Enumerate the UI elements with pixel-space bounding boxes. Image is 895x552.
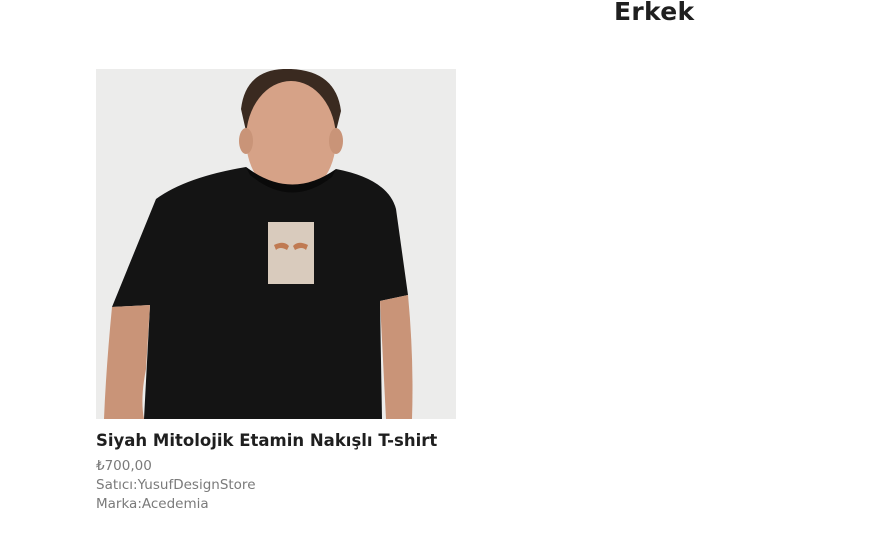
product-card[interactable]: Siyah Mitolojik Etamin Nakışlı T-shirt ₺… (96, 69, 456, 514)
product-brand: Marka:Acedemia (96, 496, 209, 512)
product-image[interactable] (96, 69, 456, 419)
product-name[interactable]: Siyah Mitolojik Etamin Nakışlı T-shirt (96, 431, 456, 450)
page-title: Erkek (614, 0, 695, 26)
tshirt (112, 167, 408, 419)
page: Erkek Siyah Mitolojik Etamin Nakışlı T-s… (0, 0, 895, 552)
chest-patch-icon (268, 222, 314, 284)
product-price: ₺700,00 (96, 458, 152, 474)
product-seller: Satıcı:YusufDesignStore (96, 477, 256, 493)
